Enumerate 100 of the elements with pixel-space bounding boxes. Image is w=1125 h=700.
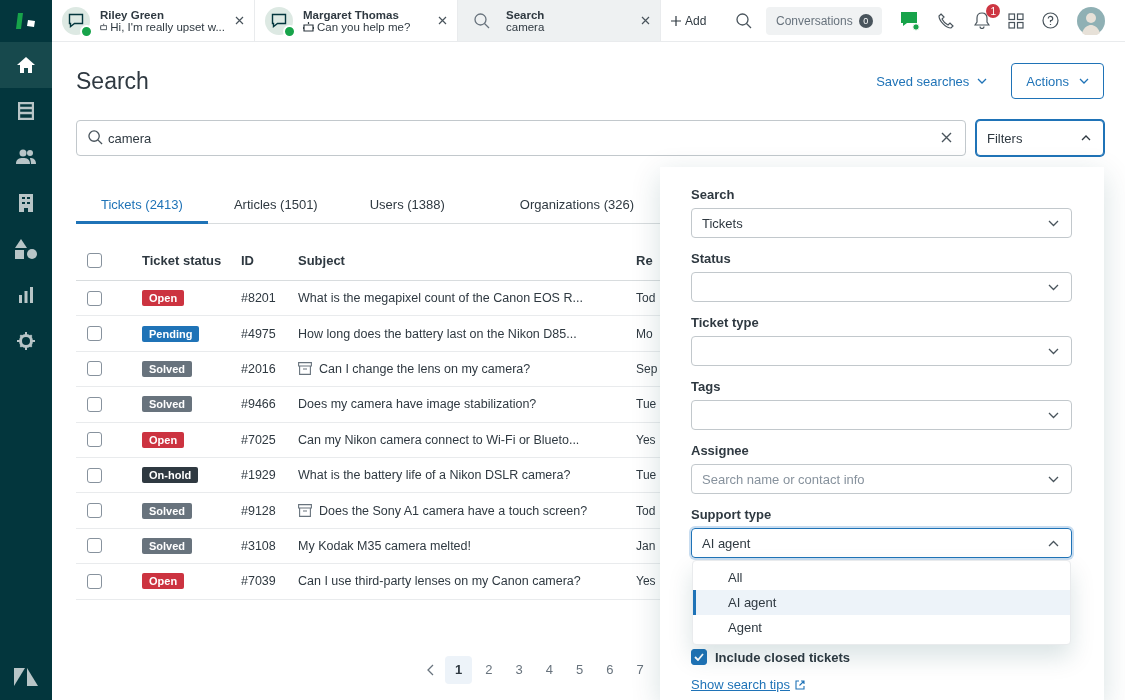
status-badge: Solved bbox=[142, 537, 193, 554]
ticket-subject[interactable]: Does my camera have image stabilization? bbox=[298, 397, 537, 412]
result-tab[interactable]: Tickets (2413) bbox=[76, 188, 208, 224]
conversations-button[interactable]: Conversations 0 bbox=[766, 6, 883, 35]
tab-subtitle: camera bbox=[506, 20, 545, 33]
chat-icon[interactable] bbox=[900, 10, 921, 31]
caret-icon bbox=[1048, 411, 1059, 419]
plus-icon bbox=[671, 15, 681, 26]
ticket-subject[interactable]: What is the battery life of a Nikon DSLR camera? bbox=[298, 468, 571, 483]
ticket-subject[interactable]: Does the Sony A1 camera have a touch screen? bbox=[319, 503, 588, 518]
field-label: Search bbox=[691, 187, 736, 202]
ticket-subject[interactable]: What is the megapixel count of the Canon EOS R... bbox=[298, 291, 583, 306]
page-button[interactable]: 3 bbox=[511, 655, 527, 684]
checkmark-icon bbox=[694, 653, 704, 661]
column-header[interactable]: ID bbox=[241, 252, 298, 268]
logo-icon[interactable] bbox=[15, 11, 37, 31]
page-button[interactable]: 7 bbox=[632, 655, 648, 684]
menu-option[interactable]: All bbox=[693, 565, 1070, 590]
status-badge: On-hold bbox=[142, 467, 199, 484]
page-button[interactable]: 4 bbox=[541, 655, 557, 684]
row-checkbox[interactable] bbox=[87, 396, 102, 412]
saved-searches-button[interactable]: Saved searches bbox=[870, 72, 994, 90]
row-checkbox[interactable] bbox=[87, 573, 102, 589]
conversation-tab[interactable]: Margaret Thomas Can you help me? bbox=[255, 0, 458, 41]
phone-icon[interactable] bbox=[938, 12, 955, 29]
previous-page-icon[interactable] bbox=[427, 663, 434, 676]
select-field[interactable] bbox=[691, 400, 1072, 430]
select-all-checkbox[interactable] bbox=[87, 252, 102, 268]
page-button[interactable]: 1 bbox=[445, 655, 473, 684]
ticket-subject[interactable]: Can my Nikon camera connect to Wi-Fi or Blueto... bbox=[298, 432, 580, 447]
field-label: Status bbox=[691, 251, 732, 266]
caret-icon bbox=[1048, 219, 1059, 227]
nav-item[interactable] bbox=[0, 42, 52, 88]
ticket-subject[interactable]: Can I use third-party lenses on my Canon camera? bbox=[298, 574, 581, 589]
status-badge: Pending bbox=[142, 325, 200, 342]
column-header[interactable]: Ticket status bbox=[142, 252, 241, 268]
caret-icon bbox=[1048, 539, 1059, 547]
search-tips-link[interactable]: Show search tips bbox=[691, 677, 790, 692]
conversation-tab[interactable]: Search camera bbox=[458, 0, 661, 41]
row-checkbox[interactable] bbox=[87, 538, 102, 554]
gear-icon bbox=[17, 332, 35, 350]
row-checkbox[interactable] bbox=[87, 467, 102, 483]
result-tab[interactable]: Users (1388) bbox=[343, 188, 495, 224]
table-cell-text: Tod bbox=[636, 291, 657, 306]
search-field[interactable]: camera bbox=[76, 120, 966, 156]
ticket-id: #4975 bbox=[241, 326, 277, 341]
row-checkbox[interactable] bbox=[87, 326, 102, 342]
tab-title: Margaret Thomas bbox=[303, 8, 400, 21]
select-field[interactable]: AI agent bbox=[691, 528, 1072, 558]
column-header[interactable]: Re bbox=[636, 252, 660, 268]
actions-button[interactable]: Actions bbox=[1011, 63, 1104, 99]
filters-button[interactable]: Filters bbox=[976, 120, 1104, 156]
tab-subtitle: Hi, I'm really upset w... bbox=[110, 20, 225, 33]
table-cell-text: Tue bbox=[636, 468, 658, 483]
page-button[interactable]: 2 bbox=[481, 655, 497, 684]
caret-icon bbox=[1048, 475, 1059, 483]
ticket-subject[interactable]: My Kodak M35 camera melted! bbox=[298, 538, 471, 553]
search-icon[interactable] bbox=[736, 12, 753, 29]
row-checkbox[interactable] bbox=[87, 290, 102, 306]
help-icon[interactable] bbox=[1042, 12, 1060, 29]
result-tab[interactable]: Articles (1501) bbox=[207, 188, 344, 224]
conversation-tab[interactable]: Riley Green Hi, I'm really upset w... bbox=[52, 0, 255, 41]
table-cell-text: Tod bbox=[636, 503, 657, 518]
status-badge: Solved bbox=[142, 502, 193, 519]
close-icon[interactable] bbox=[438, 16, 447, 25]
ticket-subject[interactable]: Can I change the lens on my camera? bbox=[319, 361, 531, 376]
caret-icon bbox=[1048, 283, 1059, 291]
result-tab[interactable]: Organizations (326) bbox=[494, 188, 659, 224]
menu-option[interactable]: Agent bbox=[693, 615, 1070, 640]
close-icon[interactable] bbox=[235, 16, 244, 25]
include-closed-checkbox[interactable] bbox=[691, 649, 707, 665]
select-field[interactable]: Tickets bbox=[691, 208, 1072, 238]
chat-avatar-icon bbox=[62, 6, 90, 35]
checkbox-label: Include closed tickets bbox=[715, 649, 851, 665]
column-header[interactable]: Subject bbox=[298, 252, 636, 268]
add-button[interactable]: Add bbox=[671, 13, 707, 28]
menu-option[interactable]: AI agent bbox=[693, 590, 1070, 615]
close-icon[interactable] bbox=[641, 16, 650, 25]
row-checkbox[interactable] bbox=[87, 361, 102, 377]
notification-badge: 1 bbox=[986, 4, 1001, 18]
ticket-subject[interactable]: How long does the battery last on the Nikon D85... bbox=[298, 326, 577, 341]
tab-subtitle: Can you help me? bbox=[317, 20, 411, 33]
row-checkbox[interactable] bbox=[87, 432, 102, 448]
search-icon bbox=[474, 12, 490, 29]
apps-grid-icon[interactable] bbox=[1008, 12, 1025, 29]
table-cell-text: Jan bbox=[636, 538, 657, 553]
table-cell-text: Mo bbox=[636, 326, 654, 341]
select-field[interactable] bbox=[691, 272, 1072, 302]
clear-icon[interactable] bbox=[941, 132, 952, 143]
select-field[interactable] bbox=[691, 336, 1072, 366]
inbox-icon bbox=[18, 102, 34, 120]
status-badge: Open bbox=[142, 573, 185, 590]
page-button[interactable]: 5 bbox=[571, 655, 588, 684]
logo-icon[interactable] bbox=[14, 668, 38, 686]
ticket-id: #7025 bbox=[241, 432, 277, 447]
robot-icon bbox=[303, 21, 314, 32]
ticket-id: #8201 bbox=[241, 291, 277, 306]
page-button[interactable]: 6 bbox=[602, 655, 618, 684]
bell-icon[interactable] bbox=[974, 12, 991, 29]
row-checkbox[interactable] bbox=[87, 503, 102, 519]
